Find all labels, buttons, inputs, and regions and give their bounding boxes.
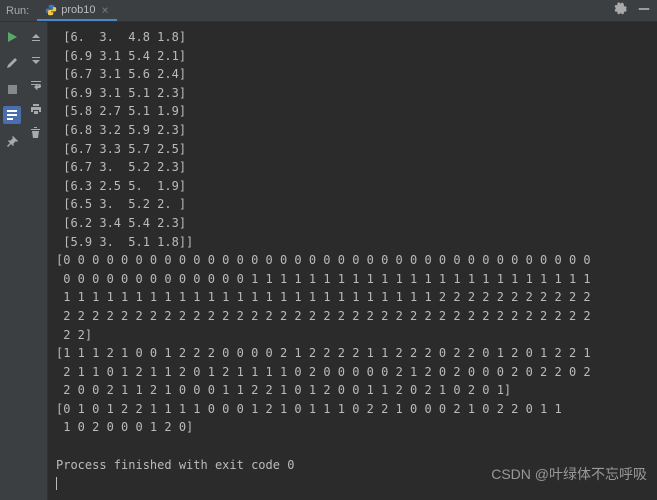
rerun-button[interactable] [3, 28, 21, 46]
delete-button[interactable] [27, 124, 45, 142]
tab-title: prob10 [61, 4, 95, 16]
scroll-up-button[interactable] [27, 28, 45, 46]
output-actions-rail [24, 22, 48, 500]
run-tab-prob10[interactable]: prob10 × [37, 0, 117, 21]
soft-wrap-button[interactable] [27, 76, 45, 94]
layout-button[interactable] [3, 106, 21, 124]
python-file-icon [45, 4, 57, 16]
run-actions-rail [0, 22, 24, 500]
stop-button[interactable] [3, 80, 21, 98]
run-toolbar: Run: prob10 × [0, 0, 657, 22]
scroll-down-button[interactable] [27, 52, 45, 70]
tools-button[interactable] [3, 54, 21, 72]
run-label: Run: [6, 5, 29, 17]
console-text: [6. 3. 4.8 1.8] [6.9 3.1 5.4 2.1] [6.7 3… [56, 28, 649, 493]
gear-icon[interactable] [613, 2, 627, 19]
pin-button[interactable] [3, 132, 21, 150]
minimize-icon[interactable] [637, 2, 651, 19]
console-output[interactable]: [6. 3. 4.8 1.8] [6.9 3.1 5.4 2.1] [6.7 3… [48, 22, 657, 500]
print-button[interactable] [27, 100, 45, 118]
close-icon[interactable]: × [102, 3, 109, 17]
main-area: [6. 3. 4.8 1.8] [6.9 3.1 5.4 2.1] [6.7 3… [0, 22, 657, 500]
